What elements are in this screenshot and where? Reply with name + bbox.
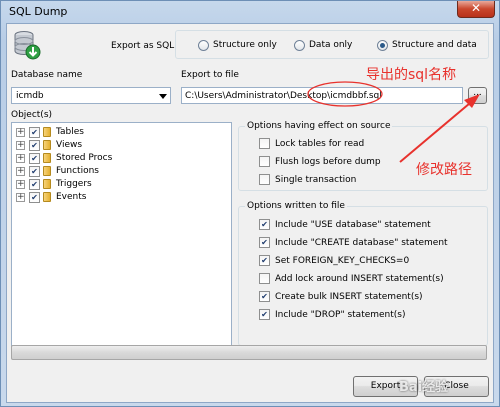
chevron-down-icon	[159, 94, 167, 99]
include-drop-checkbox[interactable]	[259, 309, 270, 320]
flush-logs-label: Flush logs before dump	[275, 157, 381, 167]
objects-tree: + Tables + Views + Stored Procs +	[11, 122, 232, 354]
lock-tables-label: Lock tables for read	[275, 139, 365, 149]
folder-icon	[43, 179, 51, 189]
annotation-arrow-icon	[399, 94, 480, 163]
export-as-sql-label: Export as SQL	[111, 41, 175, 51]
structure-only-label: Structure only	[213, 40, 277, 50]
lock-tables-checkbox[interactable]	[259, 138, 270, 149]
structure-and-data-label: Structure and data	[392, 40, 477, 50]
single-transaction-checkbox[interactable]	[259, 174, 270, 185]
functions-checkbox[interactable]	[29, 166, 40, 177]
watermark: Bai经验	[399, 380, 449, 395]
expand-icon[interactable]: +	[16, 154, 25, 163]
views-checkbox[interactable]	[29, 140, 40, 151]
triggers-checkbox[interactable]	[29, 179, 40, 190]
file-options-title: Options written to file	[245, 201, 347, 211]
tree-item-label: Events	[56, 192, 87, 202]
close-window-button[interactable]: ✕	[457, 1, 495, 18]
stored-procs-checkbox[interactable]	[29, 153, 40, 164]
folder-icon	[43, 166, 51, 176]
objects-label: Object(s)	[11, 110, 53, 120]
bulk-insert-label: Create bulk INSERT statement(s)	[275, 292, 423, 302]
flush-logs-checkbox[interactable]	[259, 156, 270, 167]
data-only-label: Data only	[309, 40, 353, 50]
set-foreign-key-checks-checkbox[interactable]	[259, 255, 270, 266]
include-drop-label: Include "DROP" statement(s)	[275, 310, 406, 320]
single-transaction-label: Single transaction	[275, 175, 357, 185]
events-checkbox[interactable]	[29, 192, 40, 203]
export-mode-group: Structure only Data only Structure and d…	[175, 30, 489, 59]
window-title: SQL Dump	[9, 5, 68, 18]
data-only-radio[interactable]	[294, 40, 305, 51]
include-create-database-label: Include "CREATE database" statement	[275, 238, 448, 248]
tree-item-label: Functions	[56, 166, 99, 176]
database-select-value: icmdb	[16, 91, 44, 101]
expand-icon[interactable]: +	[16, 167, 25, 176]
filename-highlight-ellipse	[307, 81, 383, 107]
tables-checkbox[interactable]	[29, 127, 40, 138]
dialog-body: Export as SQL Structure only Data only S…	[6, 23, 494, 403]
folder-icon	[43, 192, 51, 202]
tree-item-label: Stored Procs	[56, 153, 113, 163]
folder-icon	[43, 153, 51, 163]
database-name-label: Database name	[11, 70, 83, 80]
title-bar: SQL Dump ✕	[1, 1, 499, 23]
folder-icon	[43, 140, 51, 150]
source-options-title: Options having effect on source	[245, 121, 393, 131]
sql-name-annotation: 导出的sql名称	[366, 67, 457, 83]
export-to-file-label: Export to file	[181, 70, 239, 80]
include-create-database-checkbox[interactable]	[259, 237, 270, 248]
sql-dump-window: SQL Dump ✕ Export as SQL Structure only …	[0, 0, 500, 407]
file-options-group: Options written to file Include "USE dat…	[238, 201, 488, 346]
bulk-insert-checkbox[interactable]	[259, 291, 270, 302]
export-progress-bar	[11, 345, 487, 360]
expand-icon[interactable]: +	[16, 128, 25, 137]
tree-item-label: Triggers	[56, 179, 92, 189]
include-use-database-label: Include "USE database" statement	[275, 220, 431, 230]
structure-only-radio[interactable]	[198, 40, 209, 51]
expand-icon[interactable]: +	[16, 193, 25, 202]
expand-icon[interactable]: +	[16, 180, 25, 189]
tree-item-label: Views	[56, 140, 83, 150]
set-foreign-key-checks-label: Set FOREIGN_KEY_CHECKS=0	[275, 256, 410, 266]
database-select[interactable]: icmdb	[11, 87, 171, 104]
add-lock-insert-checkbox[interactable]	[259, 273, 270, 284]
include-use-database-checkbox[interactable]	[259, 219, 270, 230]
structure-and-data-radio[interactable]	[377, 40, 388, 51]
expand-icon[interactable]: +	[16, 141, 25, 150]
add-lock-insert-label: Add lock around INSERT statement(s)	[275, 274, 444, 284]
tree-item-label: Tables	[56, 127, 84, 137]
database-export-icon	[14, 31, 41, 60]
folder-icon	[43, 127, 51, 137]
